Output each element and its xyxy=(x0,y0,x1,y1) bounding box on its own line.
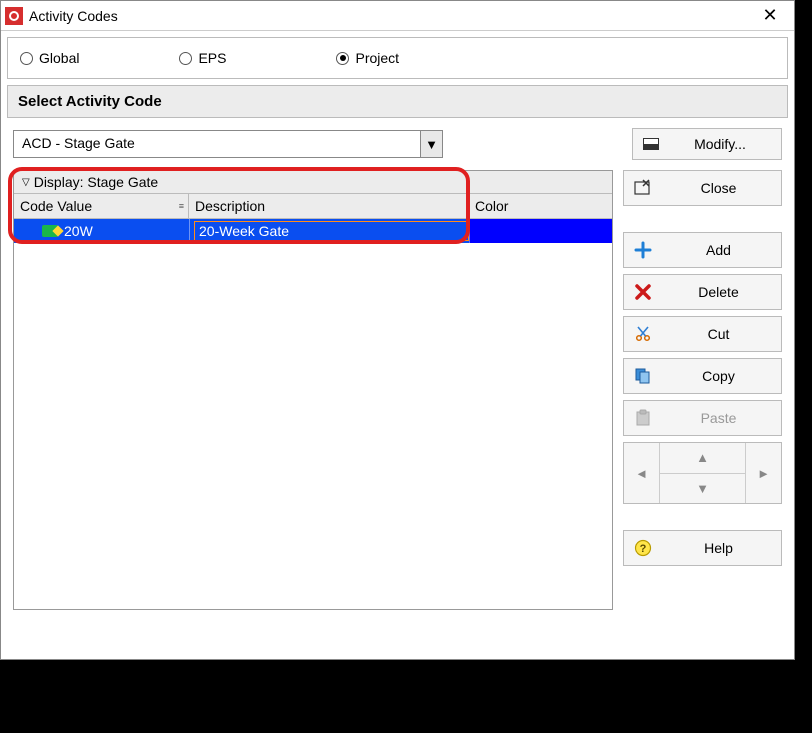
plus-icon xyxy=(634,241,652,259)
paste-button: Paste xyxy=(623,400,782,436)
app-icon xyxy=(5,7,23,25)
column-description[interactable]: Description xyxy=(189,194,469,218)
help-icon: ? xyxy=(634,539,652,557)
nav-down-button[interactable]: ▼ xyxy=(660,474,745,504)
radio-eps-label: EPS xyxy=(198,50,226,66)
help-button[interactable]: ? Help xyxy=(623,530,782,566)
nav-up-button[interactable]: ▲ xyxy=(660,443,745,474)
dropdown-value: ACD - Stage Gate xyxy=(14,131,420,157)
section-header: Select Activity Code xyxy=(7,85,788,118)
tag-icon xyxy=(42,225,58,237)
activity-code-dropdown[interactable]: ACD - Stage Gate ▼ xyxy=(13,130,443,158)
radio-project-label: Project xyxy=(355,50,399,66)
close-button[interactable]: Close xyxy=(623,170,782,206)
display-label: Display: Stage Gate xyxy=(34,174,159,190)
add-button[interactable]: Add xyxy=(623,232,782,268)
paste-icon xyxy=(634,409,652,427)
cell-description[interactable]: 20-Week Gate xyxy=(194,221,469,241)
column-code-value[interactable]: Code Value ≡ xyxy=(14,194,189,218)
side-button-panel: Close Add Delete Cut Copy xyxy=(623,170,782,610)
delete-icon xyxy=(634,283,652,301)
nav-arrows: ◄ ▲ ▼ ► xyxy=(623,442,782,504)
code-table: ▽ Display: Stage Gate Code Value ≡ Descr… xyxy=(13,170,613,610)
delete-button[interactable]: Delete xyxy=(623,274,782,310)
close-window-icon xyxy=(634,179,652,197)
cut-button[interactable]: Cut xyxy=(623,316,782,352)
close-icon[interactable]: ✕ xyxy=(750,2,790,30)
chevron-down-icon[interactable]: ▼ xyxy=(420,131,442,157)
radio-project[interactable]: Project xyxy=(336,50,399,66)
scope-radio-group: Global EPS Project xyxy=(7,37,788,79)
copy-icon xyxy=(634,367,652,385)
column-color[interactable]: Color xyxy=(469,194,612,218)
copy-button[interactable]: Copy xyxy=(623,358,782,394)
table-header: Code Value ≡ Description Color xyxy=(14,194,612,219)
activity-codes-window: Activity Codes ✕ Global EPS Project Sele… xyxy=(0,0,795,660)
modify-icon xyxy=(643,138,659,150)
svg-text:?: ? xyxy=(640,543,647,555)
window-title: Activity Codes xyxy=(29,8,750,24)
radio-eps[interactable]: EPS xyxy=(179,50,226,66)
cell-code: 20W xyxy=(64,223,93,239)
titlebar: Activity Codes ✕ xyxy=(1,1,794,31)
table-row[interactable]: 20W 20-Week Gate xyxy=(14,219,612,243)
radio-global[interactable]: Global xyxy=(20,50,79,66)
display-options-bar[interactable]: ▽ Display: Stage Gate xyxy=(14,171,612,194)
cell-color[interactable] xyxy=(469,219,612,243)
scissors-icon xyxy=(634,325,652,343)
modify-label: Modify... xyxy=(669,136,771,152)
sort-icon: ≡ xyxy=(179,201,182,211)
radio-global-label: Global xyxy=(39,50,79,66)
nav-right-button[interactable]: ► xyxy=(745,443,781,503)
modify-button[interactable]: Modify... xyxy=(632,128,782,160)
nav-left-button[interactable]: ◄ xyxy=(624,443,660,503)
